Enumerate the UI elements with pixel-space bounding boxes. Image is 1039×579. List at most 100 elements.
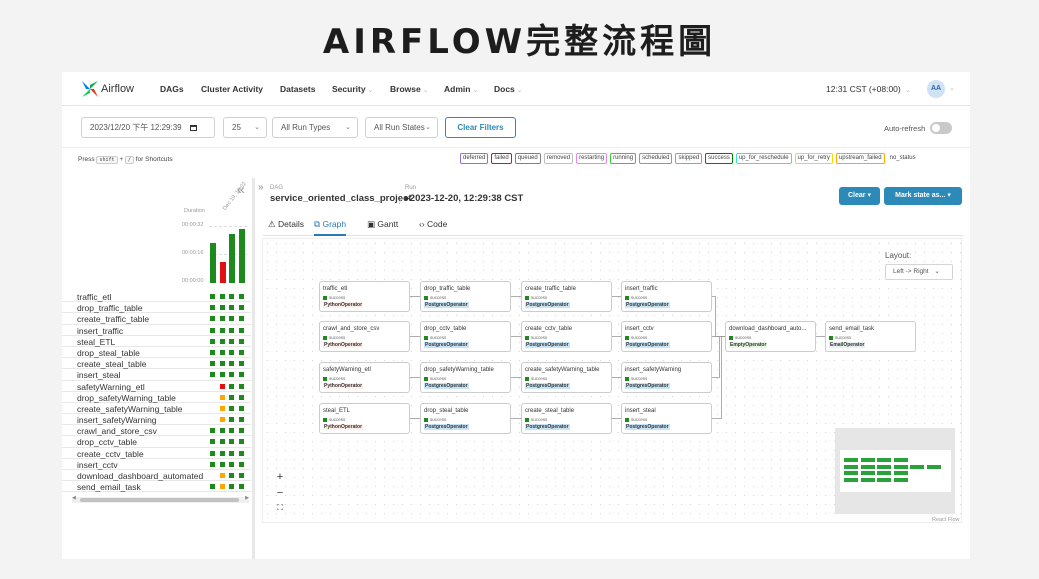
task-name[interactable]: drop_cctv_table [77, 437, 137, 447]
legend-failed[interactable]: failed [491, 153, 512, 164]
task-instance-success[interactable] [238, 428, 244, 434]
breadcrumb-dag[interactable]: DAG service_oriented_class_project [270, 185, 412, 204]
legend-restarting[interactable]: restarting [576, 153, 608, 164]
task-instance-success[interactable] [229, 327, 234, 333]
legend-success[interactable]: success [705, 153, 733, 164]
task-row[interactable]: safetyWarning_etl [62, 381, 251, 392]
task-instance-success[interactable] [210, 484, 215, 490]
task-row[interactable]: insert_safetyWarning [62, 414, 251, 426]
task-row[interactable]: steal_ETL [62, 336, 251, 347]
task-instance-success[interactable] [219, 294, 225, 299]
task-node-create-traffic-table[interactable]: create_traffic_table success PostgresOpera… [521, 281, 612, 312]
grid-horizontal-scrollbar[interactable]: ◀ ▶ [72, 495, 249, 503]
task-instance-success[interactable] [229, 473, 234, 478]
react-flow-attribution[interactable]: React Flow [932, 517, 960, 523]
run-duration-bar[interactable] [229, 234, 235, 283]
task-row[interactable]: download_dashboard_automated [62, 470, 251, 482]
legend-no-status[interactable]: no_status [888, 154, 918, 165]
layout-select[interactable]: Left -> Right ⌄ [885, 264, 953, 280]
task-instance-upstream-failed[interactable] [219, 473, 225, 478]
legend-queued[interactable]: queued [514, 153, 541, 164]
task-instance-success[interactable] [238, 372, 244, 378]
tab-gantt[interactable]: ▣ Gantt [367, 219, 398, 230]
task-instance-success[interactable] [238, 439, 244, 445]
task-name[interactable]: create_traffic_table [77, 314, 149, 324]
task-node-drop-traffic-table[interactable]: drop_traffic_table success PostgresOperato… [420, 281, 511, 312]
task-instance-success[interactable] [219, 338, 225, 344]
task-name[interactable]: drop_traffic_table [77, 303, 143, 313]
task-row[interactable]: traffic_etl [62, 291, 251, 303]
task-instance-success[interactable] [238, 450, 244, 456]
task-instance-success[interactable] [238, 417, 244, 423]
task-name[interactable]: crawl_and_store_csv [77, 426, 157, 436]
task-instance-success[interactable] [238, 338, 244, 344]
task-instance-success[interactable] [210, 361, 215, 367]
task-instance-success[interactable] [219, 361, 225, 367]
task-instance-success[interactable] [238, 316, 244, 322]
task-name[interactable]: steal_ETL [77, 337, 115, 347]
task-row[interactable]: drop_safetyWarning_table [62, 392, 251, 403]
legend-scheduled[interactable]: scheduled [639, 153, 673, 164]
task-node-traffic-etl[interactable]: traffic_etl success PythonOperator [319, 281, 410, 312]
nav-datasets[interactable]: Datasets [280, 84, 315, 94]
task-node-steal-ETL[interactable]: steal_ETL success PythonOperator [319, 403, 410, 434]
task-node-insert-steal[interactable]: insert_steal success PostgresOperator [621, 403, 712, 434]
task-instance-success[interactable] [238, 383, 244, 389]
legend-removed[interactable]: removed [543, 153, 574, 164]
task-node-download-dashboard-automated[interactable]: download_dashboard_auto... success EmptyOp… [725, 321, 816, 352]
task-instance-success[interactable] [229, 316, 234, 322]
task-node-send-email-task[interactable]: send_email_task success EmailOperator [825, 321, 916, 352]
task-instance-success[interactable] [229, 417, 234, 423]
task-instance-success[interactable] [229, 428, 234, 434]
task-instance-success[interactable] [238, 305, 244, 311]
task-row[interactable]: insert_traffic [62, 325, 251, 336]
task-instance-success[interactable] [210, 428, 215, 434]
task-instance-success[interactable] [238, 327, 244, 333]
task-instance-success[interactable] [229, 305, 234, 311]
task-node-crawl-and-store-csv[interactable]: crawl_and_store_csv success PythonOperator [319, 321, 410, 352]
num-runs-select[interactable]: 25 ⌄ [223, 117, 267, 138]
task-instance-success[interactable] [219, 450, 225, 456]
run-type-select[interactable]: All Run Types ⌄ [272, 117, 358, 138]
task-node-safetyWarning-etl[interactable]: safetyWarning_etl success PythonOperator [319, 362, 410, 393]
user-avatar[interactable]: AA [927, 80, 945, 98]
task-instance-success[interactable] [229, 461, 234, 467]
task-instance-success[interactable] [219, 461, 225, 467]
task-instance-success[interactable] [229, 450, 234, 456]
task-name[interactable]: download_dashboard_automated [77, 471, 203, 481]
fit-view-button[interactable]: ⛶ [274, 503, 286, 513]
task-name[interactable]: send_email_task [77, 482, 141, 492]
task-node-create-safetyWarning-table[interactable]: create_safetyWarning_table success Postgre… [521, 362, 612, 393]
task-row[interactable]: crawl_and_store_csv [62, 425, 251, 437]
task-row[interactable]: create_steal_table [62, 358, 251, 370]
task-name[interactable]: create_cctv_table [77, 449, 144, 459]
legend-deferred[interactable]: deferred [460, 153, 489, 164]
task-node-drop-steal-table[interactable]: drop_steal_table success PostgresOperator [420, 403, 511, 434]
task-row[interactable]: drop_cctv_table [62, 436, 251, 448]
task-instance-success[interactable] [229, 439, 234, 445]
task-row[interactable]: create_safetyWarning_table [62, 403, 251, 415]
nav-admin[interactable]: Admin ⌄ [444, 84, 478, 94]
task-instance-success[interactable] [229, 405, 234, 411]
task-instance-success[interactable] [219, 428, 225, 434]
task-name[interactable]: safetyWarning_etl [77, 382, 145, 392]
task-instance-success[interactable] [238, 394, 244, 400]
task-instance-upstream-failed[interactable] [219, 417, 225, 423]
task-instance-success[interactable] [238, 361, 244, 367]
task-instance-success[interactable] [229, 349, 234, 355]
task-instance-success[interactable] [210, 338, 215, 344]
task-instance-success[interactable] [229, 294, 234, 299]
graph-minimap[interactable] [835, 428, 955, 514]
task-instance-success[interactable] [210, 349, 215, 355]
task-node-drop-cctv-table[interactable]: drop_cctv_table success PostgresOperator [420, 321, 511, 352]
clear-button[interactable]: Clear ▾ [839, 187, 880, 205]
zoom-out-button[interactable]: − [274, 487, 286, 499]
task-node-create-cctv-table[interactable]: create_cctv_table success PostgresOperator [521, 321, 612, 352]
task-instance-success[interactable] [210, 305, 215, 311]
airflow-logo-icon[interactable] [80, 80, 100, 98]
run-duration-bar[interactable] [238, 228, 245, 283]
task-instance-success[interactable] [210, 439, 215, 445]
nav-dags[interactable]: DAGs [160, 84, 184, 94]
task-instance-success[interactable] [238, 484, 244, 490]
legend-up-for-retry[interactable]: up_for_retry [794, 153, 833, 164]
